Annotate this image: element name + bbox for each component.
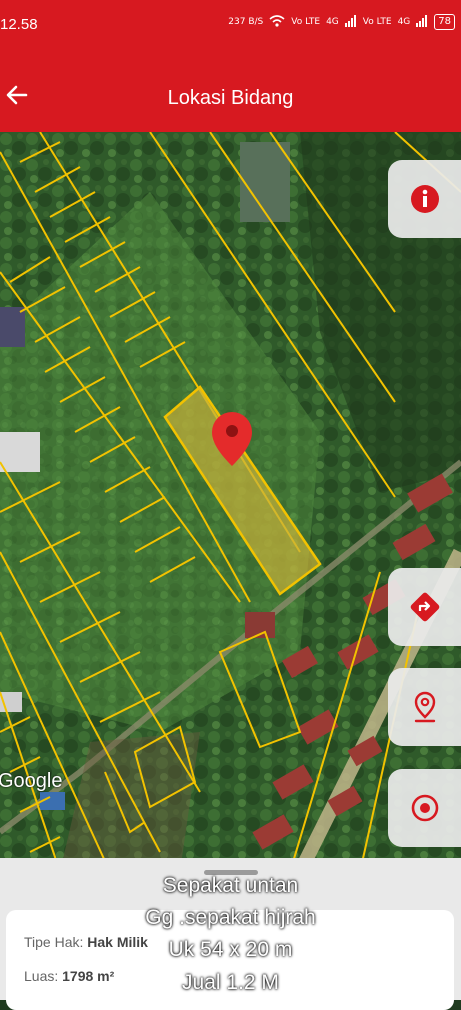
volte-label-1: Vo LTE	[291, 17, 321, 27]
app-bar: Lokasi Bidang	[0, 52, 461, 132]
volte-label-2: Vo LTE	[362, 17, 392, 27]
directions-icon	[410, 592, 439, 622]
signal-icon	[344, 14, 357, 30]
caption-line: Gg .sepakat hijrah	[145, 906, 316, 929]
status-bar: 12.58 237 B/S Vo LTE 4G Vo LTE 4G 78	[0, 0, 461, 52]
directions-button[interactable]	[388, 568, 461, 646]
status-icons: 237 B/S Vo LTE 4G Vo LTE 4G 78	[228, 14, 455, 30]
data-speed: 237 B/S	[228, 17, 264, 27]
target-icon	[411, 794, 438, 822]
signal-icon	[416, 14, 428, 30]
caption-line: Sepakat untan	[162, 874, 299, 897]
info-button[interactable]	[388, 160, 461, 238]
battery-icon: 78	[434, 14, 455, 30]
wifi-icon	[269, 14, 285, 30]
location-button[interactable]	[388, 668, 461, 746]
network-type-1: 4G	[326, 17, 339, 27]
info-icon	[410, 185, 439, 213]
map-pin-icon	[414, 691, 435, 723]
caption-line: Jual 1.2 M	[182, 971, 279, 994]
network-type-2: 4G	[397, 17, 411, 27]
caption-line: Uk 54 x 20 m	[168, 938, 293, 961]
google-attribution: Google	[0, 770, 63, 792]
my-location-button[interactable]	[388, 769, 461, 847]
page-title: Lokasi Bidang	[167, 87, 294, 109]
satellite-map[interactable]	[0, 132, 461, 872]
clock: 12.58	[0, 16, 38, 33]
